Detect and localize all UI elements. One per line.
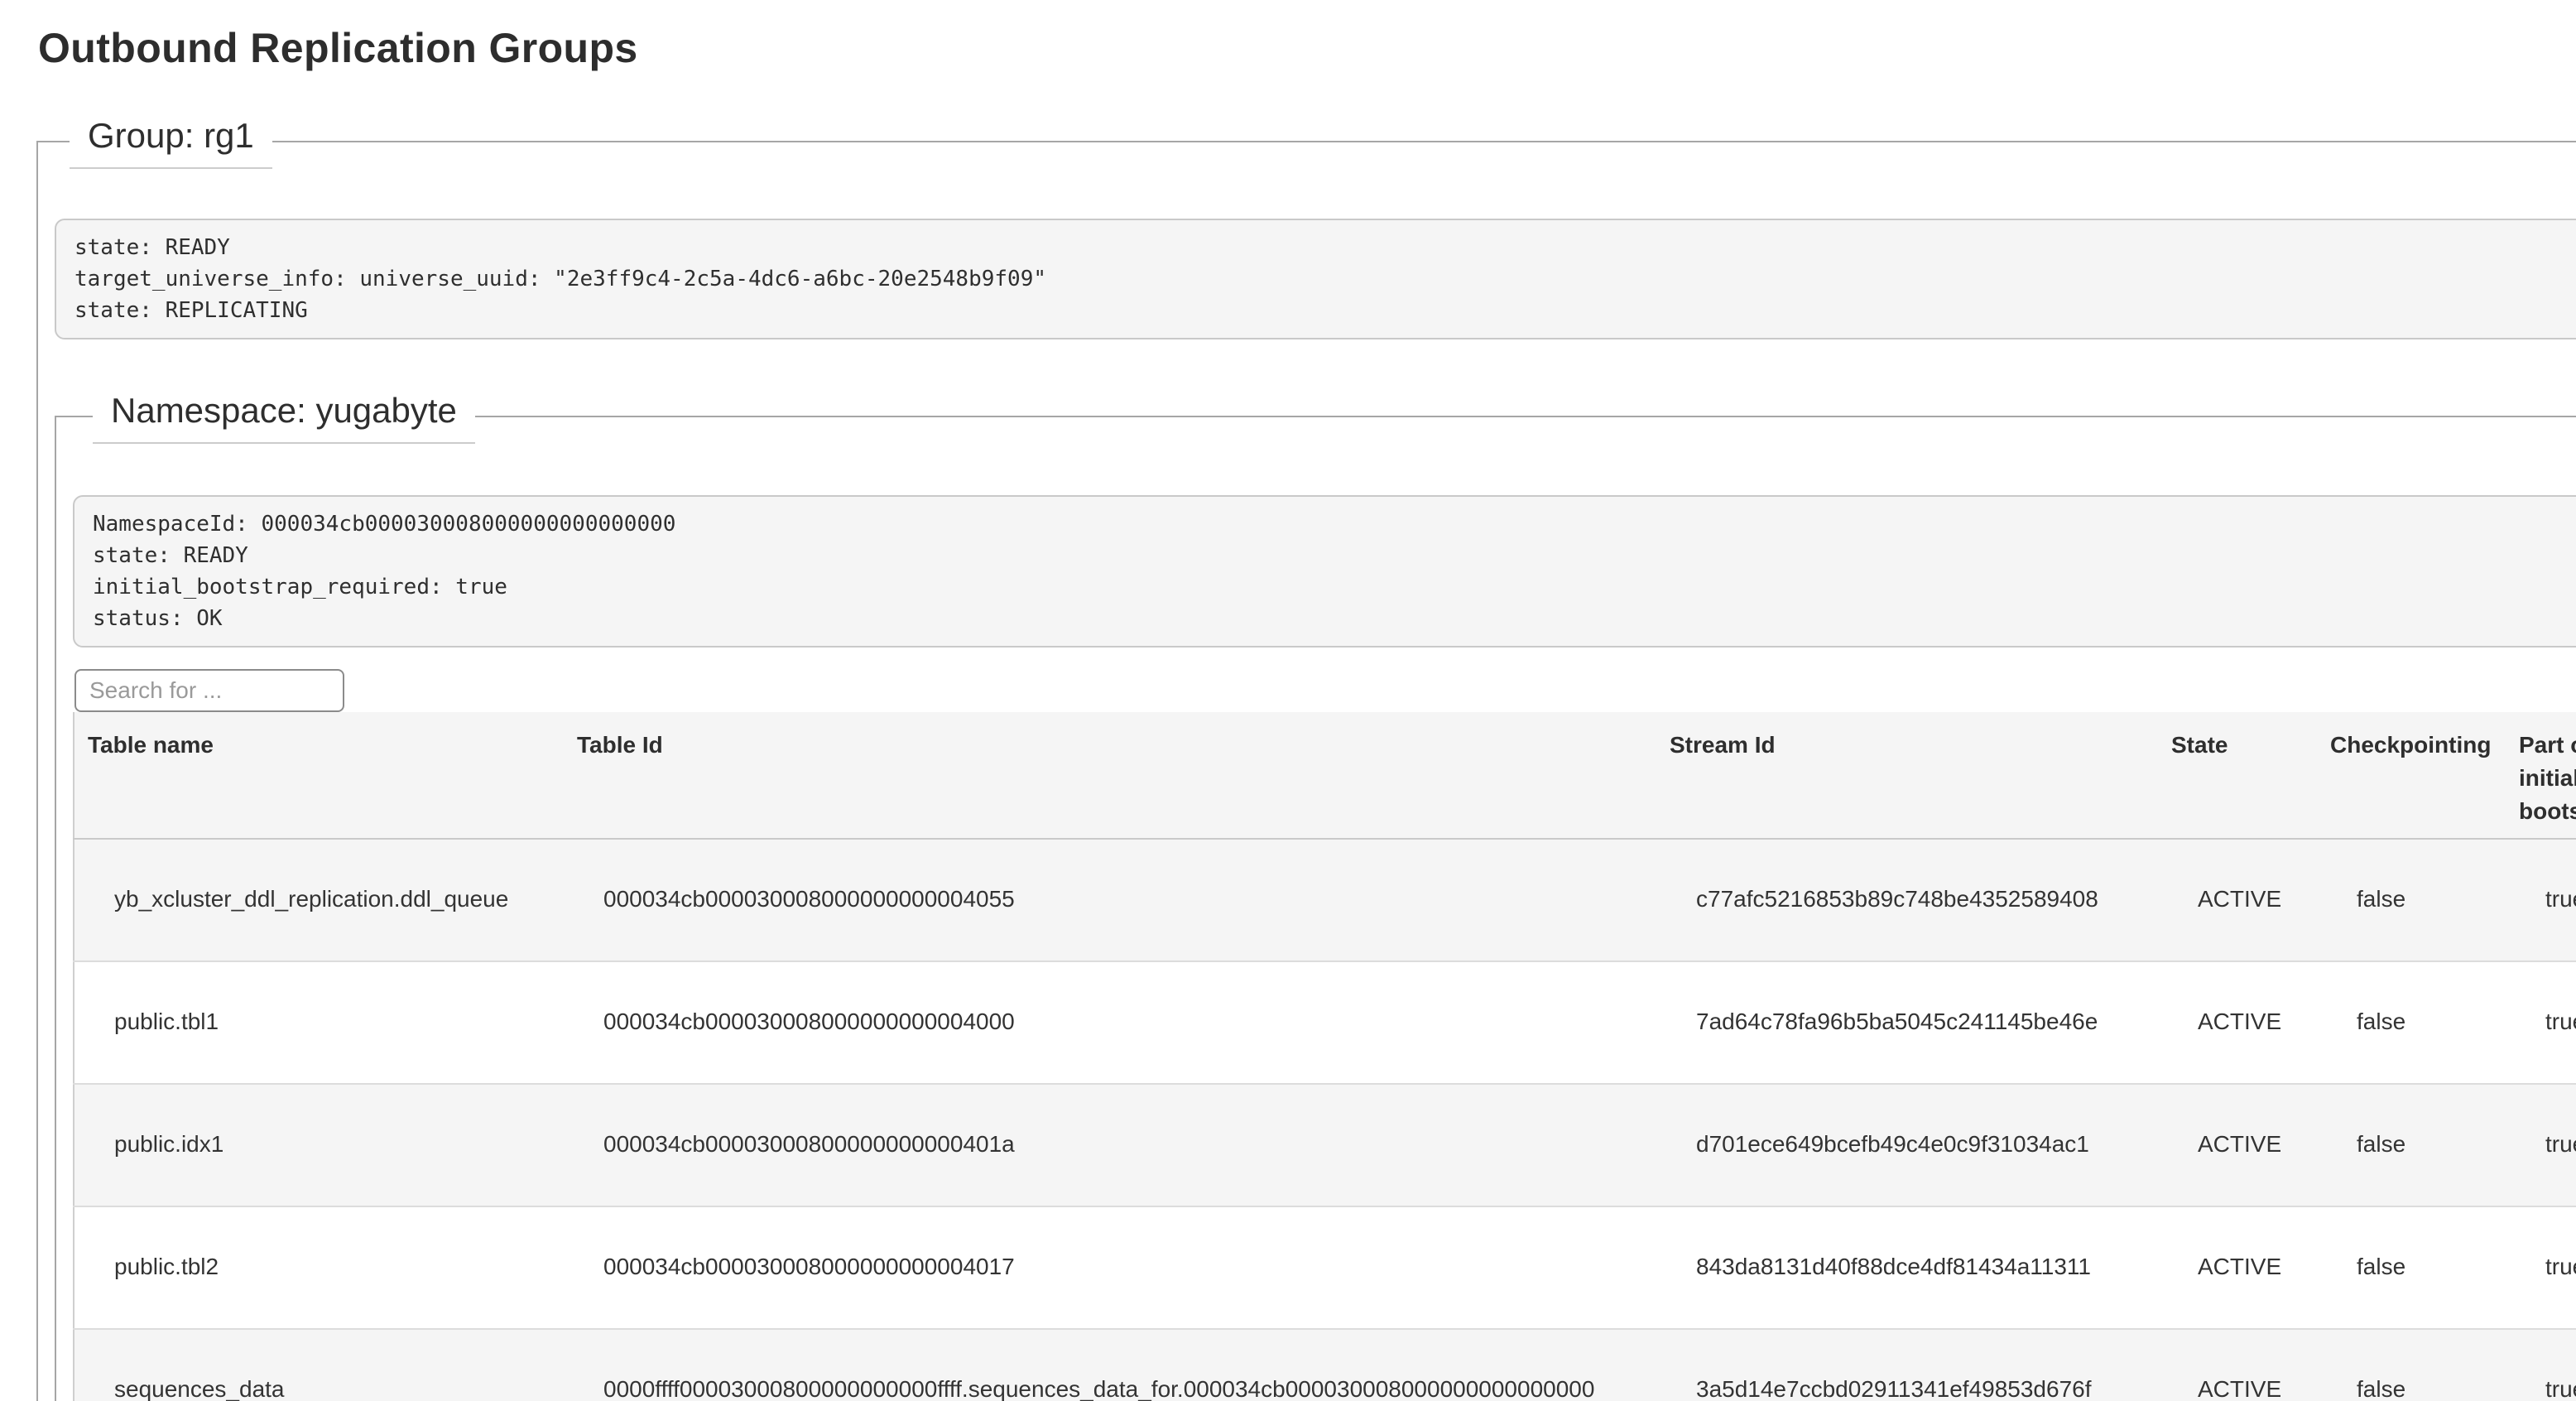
page-title: Outbound Replication Groups bbox=[38, 23, 2576, 73]
namespace-state-info: NamespaceId: 000034cb0000300080000000000… bbox=[73, 495, 2576, 648]
cell-checkpointing: false bbox=[2317, 1084, 2506, 1206]
cell-table-name: yb_xcluster_ddl_replication.ddl_queue bbox=[74, 839, 564, 961]
cell-table-id: 000034cb00003000800000000000401a bbox=[564, 1084, 1656, 1206]
cell-part-of-initial-bootstrap: true bbox=[2506, 1329, 2576, 1401]
cell-state: ACTIVE bbox=[2158, 839, 2317, 961]
cell-checkpointing: false bbox=[2317, 961, 2506, 1084]
cell-part-of-initial-bootstrap: true bbox=[2506, 839, 2576, 961]
replicated-tables-table: Table name Table Id Stream Id State Chec… bbox=[73, 712, 2576, 1401]
cell-checkpointing: false bbox=[2317, 839, 2506, 961]
namespace-legend: Namespace: yugabyte bbox=[93, 389, 475, 444]
cell-table-name: sequences_data bbox=[74, 1329, 564, 1401]
cell-part-of-initial-bootstrap: true bbox=[2506, 1206, 2576, 1329]
table-row: sequences_data 0000ffff00003000800000000… bbox=[74, 1329, 2576, 1401]
table-row: public.idx1 000034cb00003000800000000000… bbox=[74, 1084, 2576, 1206]
cell-state: ACTIVE bbox=[2158, 1329, 2317, 1401]
replication-group-panel: Group: rg1 state: READY target_universe_… bbox=[36, 114, 2576, 1401]
cell-stream-id: 7ad64c78fa96b5ba5045c241145be46e bbox=[1656, 961, 2158, 1084]
table-body: yb_xcluster_ddl_replication.ddl_queue 00… bbox=[74, 839, 2576, 1401]
namespace-panel: Namespace: yugabyte NamespaceId: 000034c… bbox=[55, 389, 2576, 1401]
cell-state: ACTIVE bbox=[2158, 1206, 2317, 1329]
cell-state: ACTIVE bbox=[2158, 1084, 2317, 1206]
table-header-row: Table name Table Id Stream Id State Chec… bbox=[74, 712, 2576, 839]
table-column-header: Stream Id bbox=[1656, 712, 2158, 839]
table-row: public.tbl2 000034cb00003000800000000000… bbox=[74, 1206, 2576, 1329]
cell-table-name: public.tbl1 bbox=[74, 961, 564, 1084]
page-content: Outbound Replication Groups Group: rg1 s… bbox=[0, 23, 2576, 1401]
cell-part-of-initial-bootstrap: true bbox=[2506, 961, 2576, 1084]
cell-table-id: 0000ffff00003000800000000000ffff.sequenc… bbox=[564, 1329, 1656, 1401]
cell-stream-id: 843da8131d40f88dce4df81434a11311 bbox=[1656, 1206, 2158, 1329]
table-column-header: Table Id bbox=[564, 712, 1656, 839]
cell-checkpointing: false bbox=[2317, 1206, 2506, 1329]
cell-stream-id: d701ece649bcefb49c4e0c9f31034ac1 bbox=[1656, 1084, 2158, 1206]
table-row: yb_xcluster_ddl_replication.ddl_queue 00… bbox=[74, 839, 2576, 961]
table-row: public.tbl1 000034cb00003000800000000000… bbox=[74, 961, 2576, 1084]
group-state-info: state: READY target_universe_info: unive… bbox=[55, 219, 2576, 339]
cell-part-of-initial-bootstrap: true bbox=[2506, 1084, 2576, 1206]
cell-table-id: 000034cb000030008000000000004000 bbox=[564, 961, 1656, 1084]
cell-table-name: public.idx1 bbox=[74, 1084, 564, 1206]
cell-table-id: 000034cb000030008000000000004055 bbox=[564, 839, 1656, 961]
cell-checkpointing: false bbox=[2317, 1329, 2506, 1401]
table-column-header: State bbox=[2158, 712, 2317, 839]
cell-state: ACTIVE bbox=[2158, 961, 2317, 1084]
table-search-input[interactable] bbox=[74, 669, 344, 712]
cell-stream-id: c77afc5216853b89c748be4352589408 bbox=[1656, 839, 2158, 961]
cell-table-id: 000034cb000030008000000000004017 bbox=[564, 1206, 1656, 1329]
replication-group-legend: Group: rg1 bbox=[70, 114, 272, 169]
table-column-header: Checkpointing bbox=[2317, 712, 2506, 839]
cell-table-name: public.tbl2 bbox=[74, 1206, 564, 1329]
table-column-header: Table name bbox=[74, 712, 564, 839]
table-column-header: Part of initial bootstrap bbox=[2506, 712, 2576, 839]
table-header: Table name Table Id Stream Id State Chec… bbox=[74, 712, 2576, 839]
cell-stream-id: 3a5d14e7ccbd02911341ef49853d676f bbox=[1656, 1329, 2158, 1401]
outbound-replication-groups-page: Outbound Replication Groups Group: rg1 s… bbox=[0, 0, 2576, 1401]
